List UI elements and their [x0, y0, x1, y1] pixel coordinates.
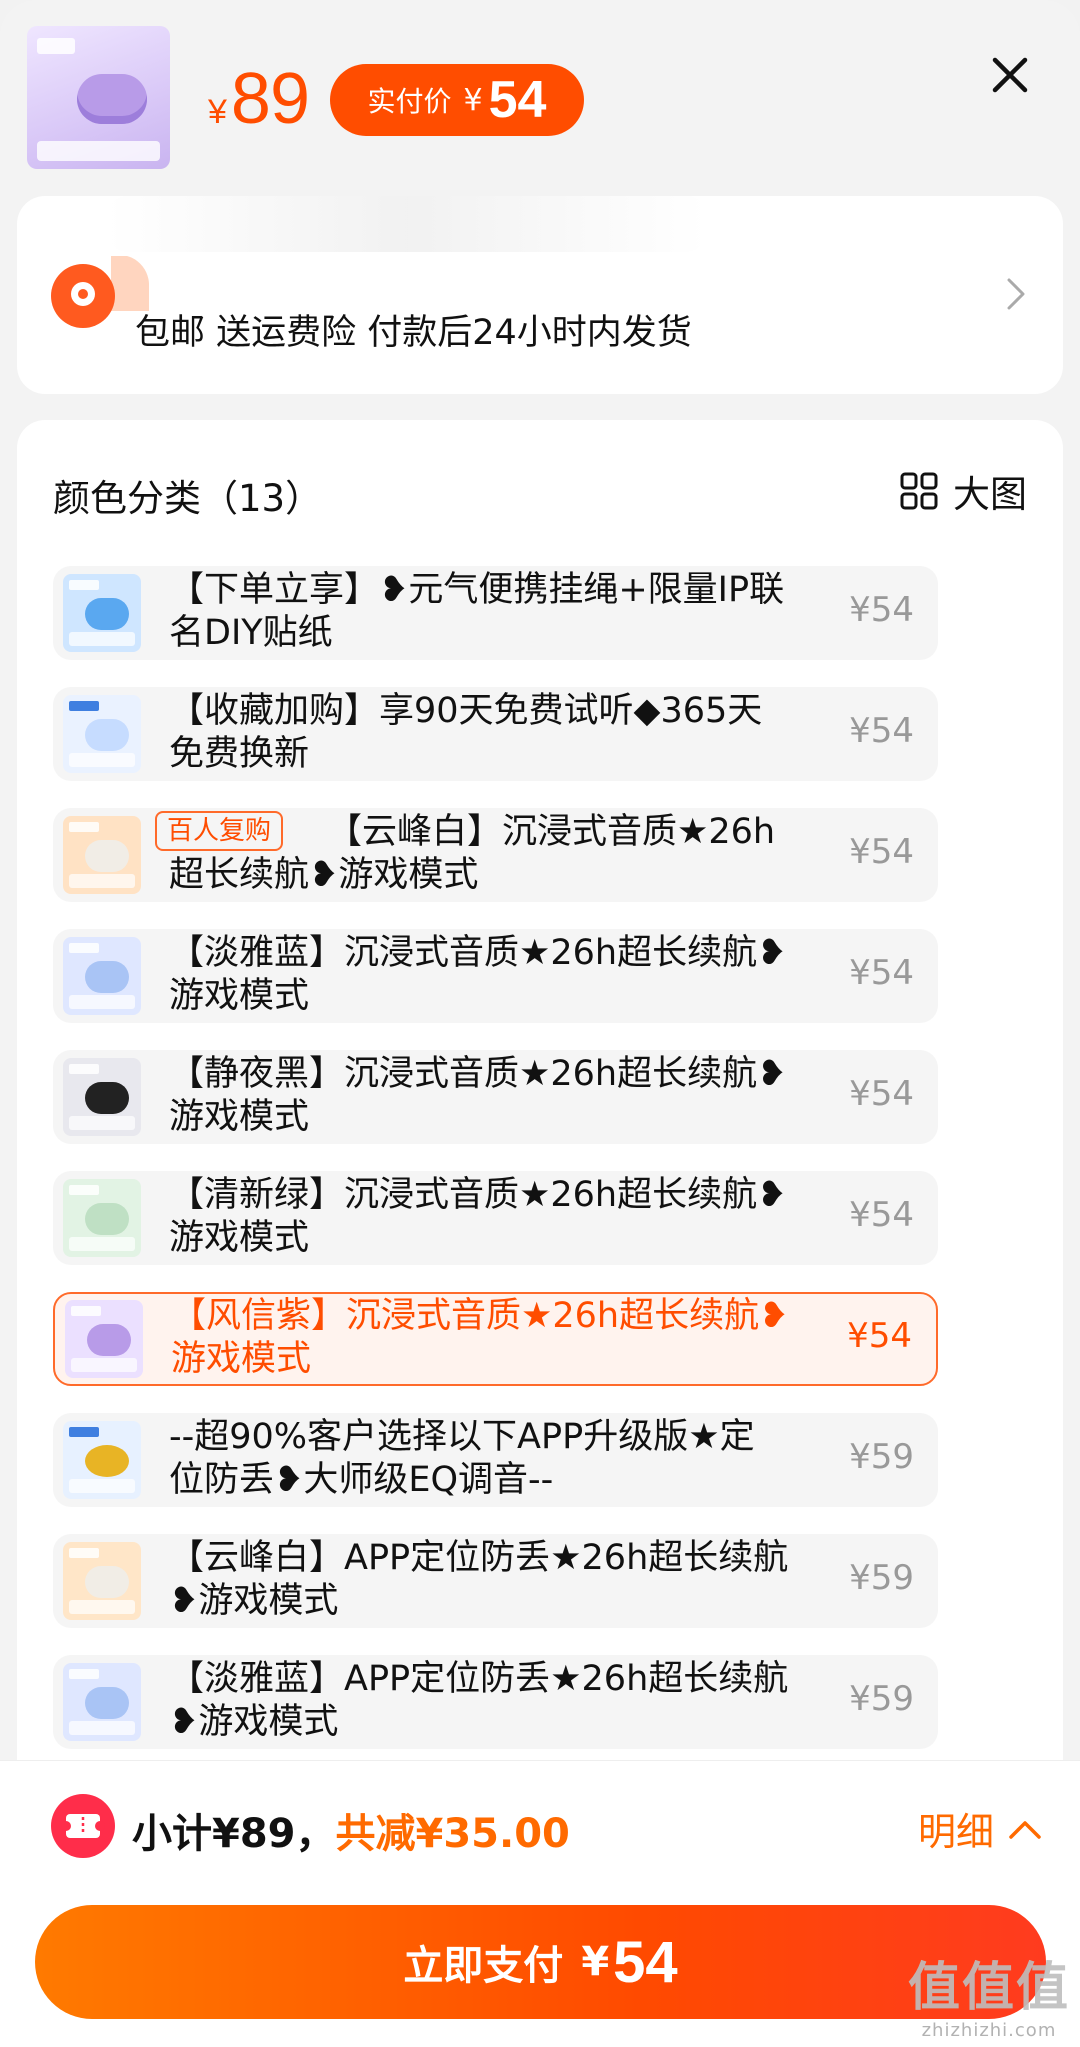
product-thumbnail: [27, 26, 170, 169]
watermark-domain: zhizhizhi.com: [921, 2020, 1057, 2041]
close-icon: [992, 57, 1028, 93]
option-list: 【下单立享】❥元气便携挂绳+限量IP联名DIY贴纸 ¥54 【收藏加购】享90天…: [53, 566, 938, 1776]
option-price: ¥54: [849, 1074, 914, 1114]
color-options-card: 颜色分类（13） 大图 【下单立享】❥元气便携挂绳+限量IP联名DIY贴纸 ¥5…: [17, 420, 1063, 1760]
option-thumbnail: [63, 816, 141, 894]
grid-icon: [900, 472, 938, 510]
coupon-icon: [51, 1794, 115, 1858]
detail-label: 明细: [917, 1810, 994, 1854]
sku-selector-sheet: ¥ 89 实付价 ¥ 54 包邮 送运费险 付款后24小时内发货 颜色分类（13: [0, 0, 1080, 2047]
option-thumbnail: [63, 695, 141, 773]
paid-price-badge: 实付价 ¥ 54: [330, 64, 584, 136]
option-label: 【淡雅蓝】APP定位防丢★26h超长续航❥游戏模式: [169, 1659, 789, 1742]
option-price: ¥54: [849, 953, 914, 993]
option-row-5[interactable]: 【静夜黑】沉浸式音质★26h超长续航❥游戏模式 ¥54: [53, 1050, 938, 1144]
option-thumbnail: [63, 1179, 141, 1257]
paid-price-value: 54: [488, 71, 547, 129]
option-label: 百人复购 【云峰白】沉浸式音质★26h超长续航❥游戏模式: [155, 811, 789, 897]
paid-price-currency: ¥: [463, 82, 483, 118]
close-button[interactable]: [985, 50, 1035, 100]
location-pin-icon: [51, 256, 149, 328]
option-price: ¥54: [849, 711, 914, 751]
option-label: 【下单立享】❥元气便携挂绳+限量IP联名DIY贴纸: [169, 570, 785, 653]
shipping-info-text: 包邮 送运费险 付款后24小时内发货: [135, 313, 692, 353]
big-picture-toggle[interactable]: 大图: [899, 464, 1027, 518]
option-row-4[interactable]: 【淡雅蓝】沉浸式音质★26h超长续航❥游戏模式 ¥54: [53, 929, 938, 1023]
checkout-bar: 小计¥89，共减¥35.00 明细 立即支付 ¥ 54 值值值 zhizhizh…: [0, 1760, 1080, 2047]
option-label: 【收藏加购】享90天免费试听◆365天免费换新: [169, 691, 763, 774]
option-thumbnail: [63, 937, 141, 1015]
option-label: 【云峰白】APP定位防丢★26h超长续航❥游戏模式: [169, 1538, 789, 1621]
chevron-right-icon: [1007, 278, 1025, 310]
option-price: ¥59: [849, 1679, 914, 1719]
option-thumbnail: [63, 1058, 141, 1136]
option-row-9[interactable]: 【云峰白】APP定位防丢★26h超长续航❥游戏模式 ¥59: [53, 1534, 938, 1628]
repurchase-badge: 百人复购: [155, 811, 284, 851]
option-row-2[interactable]: 【收藏加购】享90天免费试听◆365天免费换新 ¥54: [53, 687, 938, 781]
chevron-up-icon: [1009, 1820, 1041, 1839]
discount-text: 共减¥35.00: [335, 1811, 570, 1857]
option-row-7-selected[interactable]: 【风信紫】沉浸式音质★26h超长续航❥游戏模式 ¥54: [53, 1292, 938, 1386]
subtotal-summary: 小计¥89，共减¥35.00: [132, 1801, 570, 1859]
sheet-header: ¥ 89 实付价 ¥ 54: [0, 0, 1080, 190]
pay-now-label: 立即支付: [403, 1943, 564, 1989]
option-label: 【清新绿】沉浸式音质★26h超长续航❥游戏模式: [169, 1175, 787, 1258]
paid-price-label: 实付价: [367, 85, 452, 118]
option-row-1[interactable]: 【下单立享】❥元气便携挂绳+限量IP联名DIY贴纸 ¥54: [53, 566, 938, 660]
address-placeholder: [107, 196, 707, 252]
watermark-logo: 值值值: [907, 1958, 1070, 2018]
option-price: ¥54: [847, 1316, 912, 1356]
original-price: ¥ 89: [208, 58, 310, 140]
big-picture-label: 大图: [953, 473, 1027, 516]
option-row-8[interactable]: --超90%客户选择以下APP升级版★定位防丢❥大师级EQ调音-- ¥59: [53, 1413, 938, 1507]
pay-now-currency: ¥: [581, 1939, 610, 1985]
option-label: --超90%客户选择以下APP升级版★定位防丢❥大师级EQ调音--: [169, 1417, 755, 1500]
option-row-10[interactable]: 【淡雅蓝】APP定位防丢★26h超长续航❥游戏模式 ¥59: [53, 1655, 938, 1749]
option-thumbnail: [63, 1542, 141, 1620]
pay-now-button[interactable]: 立即支付 ¥ 54: [35, 1905, 1046, 2019]
option-thumbnail: [63, 1421, 141, 1499]
option-thumbnail: [63, 1663, 141, 1741]
option-price: ¥54: [849, 1195, 914, 1235]
option-price: ¥59: [849, 1437, 914, 1477]
option-label: 【静夜黑】沉浸式音质★26h超长续航❥游戏模式: [169, 1054, 787, 1137]
price-detail-toggle[interactable]: 明细: [918, 1801, 1042, 1856]
original-price-currency: ¥: [208, 93, 227, 131]
option-label: 【淡雅蓝】沉浸式音质★26h超长续航❥游戏模式: [169, 933, 787, 1016]
pay-now-amount: 54: [613, 1929, 678, 1995]
option-thumbnail: [63, 574, 141, 652]
original-price-value: 89: [230, 59, 310, 139]
watermark: 值值值 zhizhizhi.com: [908, 1945, 1070, 2041]
option-price: ¥54: [849, 832, 914, 872]
options-title: 颜色分类（13）: [53, 477, 323, 520]
option-thumbnail: [65, 1300, 143, 1378]
option-row-3[interactable]: 百人复购 【云峰白】沉浸式音质★26h超长续航❥游戏模式 ¥54: [53, 808, 938, 902]
option-row-6[interactable]: 【清新绿】沉浸式音质★26h超长续航❥游戏模式 ¥54: [53, 1171, 938, 1265]
option-price: ¥54: [849, 590, 914, 630]
subtotal-text: 小计¥89，: [132, 1811, 336, 1857]
option-label: 【风信紫】沉浸式音质★26h超长续航❥游戏模式: [171, 1296, 789, 1379]
shipping-address-card[interactable]: 包邮 送运费险 付款后24小时内发货: [17, 196, 1063, 394]
option-price: ¥59: [849, 1558, 914, 1598]
